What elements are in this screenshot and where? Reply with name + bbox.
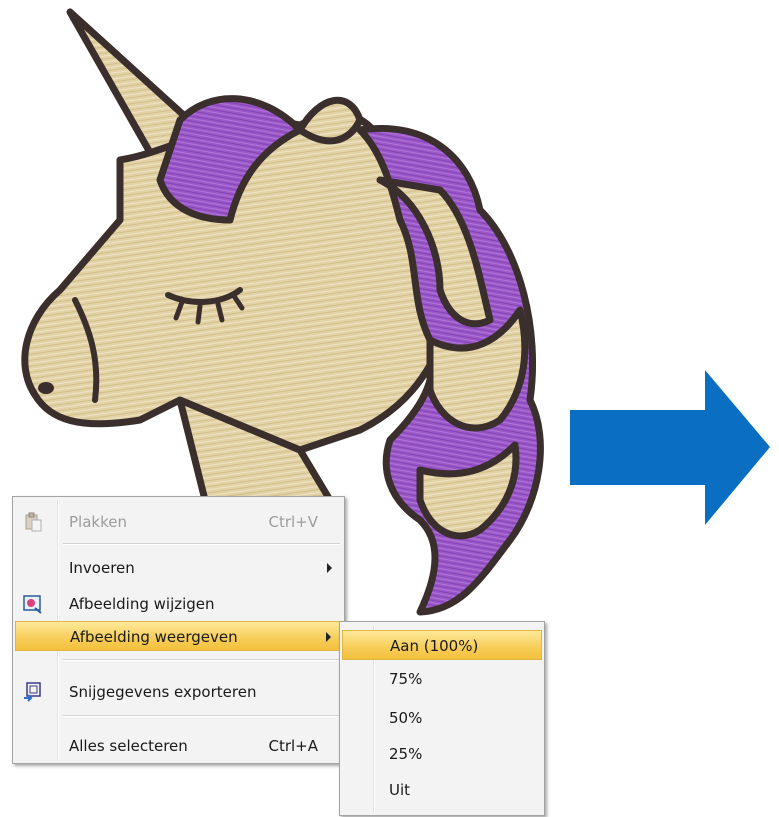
- image-edit-icon: [23, 594, 43, 614]
- submenu-arrow-icon: [327, 563, 332, 573]
- menu-item-label: Alles selecteren: [69, 737, 188, 755]
- submenu-item-label: Aan (100%): [390, 637, 479, 655]
- submenu-item-label: 75%: [389, 670, 423, 688]
- export-cut-data-icon: [23, 682, 43, 702]
- menu-item-label: Invoeren: [69, 559, 135, 577]
- submenu-afbeelding-weergeven: Aan (100%) 75% 50% 25% Uit: [339, 621, 545, 816]
- menu-item-shortcut: Ctrl+A: [268, 737, 318, 755]
- menu-item-label: Plakken: [69, 513, 127, 531]
- menu-item-label: Snijgegevens exporteren: [69, 683, 257, 701]
- menu-separator: [63, 543, 340, 545]
- menu-item-afbeelding-weergeven[interactable]: Afbeelding weergeven: [15, 621, 342, 651]
- submenu-item-uit[interactable]: Uit: [342, 775, 542, 805]
- submenu-item-50[interactable]: 50%: [342, 703, 542, 733]
- submenu-item-75[interactable]: 75%: [342, 664, 542, 694]
- menu-item-snijgegevens-exporteren[interactable]: Snijgegevens exporteren: [15, 677, 342, 707]
- right-arrow-icon: [570, 370, 770, 525]
- menu-item-label: Afbeelding wijzigen: [69, 595, 215, 613]
- submenu-item-25[interactable]: 25%: [342, 739, 542, 769]
- menu-item-invoeren[interactable]: Invoeren: [15, 553, 342, 583]
- submenu-item-label: 25%: [389, 745, 423, 763]
- submenu-item-label: Uit: [389, 781, 411, 799]
- context-menu: Plakken Ctrl+V Invoeren Afbeelding wijzi…: [12, 496, 345, 764]
- menu-separator: [63, 715, 340, 717]
- menu-item-label: Afbeelding weergeven: [70, 628, 238, 646]
- menu-item-afbeelding-wijzigen[interactable]: Afbeelding wijzigen: [15, 589, 342, 619]
- menu-item-alles-selecteren[interactable]: Alles selecteren Ctrl+A: [15, 731, 342, 761]
- submenu-item-label: 50%: [389, 709, 423, 727]
- menu-item-paste[interactable]: Plakken Ctrl+V: [15, 507, 342, 537]
- submenu-item-aan-100[interactable]: Aan (100%): [342, 630, 542, 660]
- menu-item-shortcut: Ctrl+V: [268, 513, 318, 531]
- submenu-arrow-icon: [326, 632, 331, 642]
- paste-icon: [23, 512, 43, 532]
- menu-separator: [63, 659, 340, 661]
